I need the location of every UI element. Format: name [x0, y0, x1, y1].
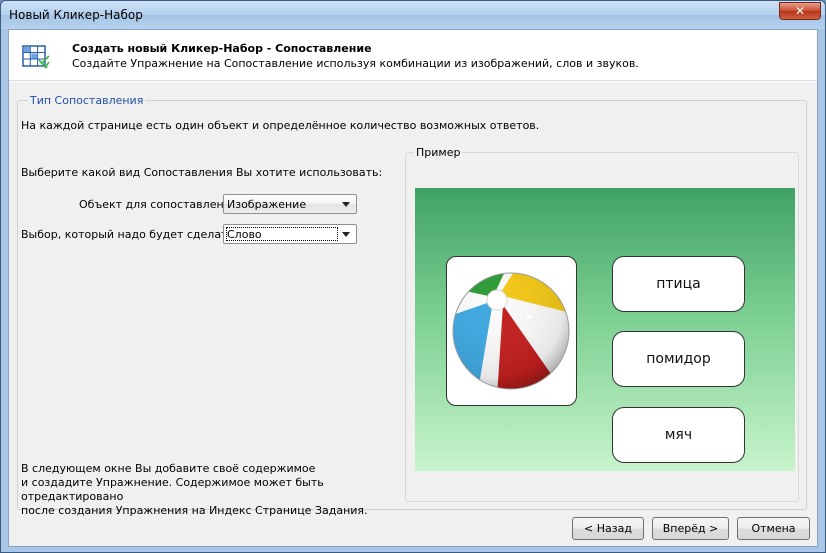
sample-preview: птица помидор мяч: [415, 188, 795, 471]
object-select[interactable]: Изображение: [223, 194, 357, 214]
answer-word-1: птица: [612, 256, 745, 312]
answer-word-3: мяч: [612, 407, 745, 463]
chevron-down-icon: [342, 232, 350, 237]
choice-select-value: Слово: [227, 228, 262, 241]
choice-label: Выбор, который надо будет сделать: [21, 228, 234, 241]
next-button[interactable]: Вперёд >: [652, 517, 729, 540]
wizard-header: Создать новый Кликер-Набор - Сопоставлен…: [9, 30, 817, 80]
chevron-down-icon: [342, 202, 350, 207]
object-image-card: [446, 256, 577, 406]
help-line: В следующем окне Вы добавите своё содерж…: [21, 462, 316, 475]
choose-prompt: Выберите какой вид Сопоставления Вы хоти…: [21, 166, 383, 179]
back-button[interactable]: < Назад: [572, 517, 644, 540]
window-title: Новый Кликер-Набор: [9, 8, 143, 22]
beach-ball-image: [452, 272, 570, 390]
cancel-button[interactable]: Отмена: [737, 517, 810, 540]
close-button[interactable]: ✕: [779, 2, 821, 20]
header-divider: [9, 80, 817, 82]
sample-legend: Пример: [414, 146, 463, 159]
help-line: и создадите Упражнение. Содержимое может…: [21, 476, 324, 503]
bottom-help-text: В следующем окне Вы добавите своё содерж…: [21, 462, 401, 518]
grid-wizard-icon: [22, 45, 50, 69]
dialog-client: Создать новый Кликер-Набор - Сопоставлен…: [8, 29, 818, 547]
intro-text: На каждой странице есть один объект и оп…: [21, 119, 540, 132]
object-select-value: Изображение: [227, 198, 307, 211]
choice-select[interactable]: Слово: [223, 224, 357, 244]
object-label: Объект для сопоставления: [79, 198, 238, 211]
answer-word-2: помидор: [612, 331, 745, 387]
group-legend: Тип Сопоставления: [28, 94, 146, 107]
help-line: после создания Упражнения на Индекс Стра…: [21, 504, 368, 517]
wizard-subtitle: Создайте Упражнение на Сопоставление исп…: [72, 57, 639, 70]
title-bar[interactable]: Новый Кликер-Набор ✕: [1, 1, 825, 29]
wizard-window: Новый Кликер-Набор ✕ Создать новый Клике…: [0, 0, 826, 553]
wizard-title: Создать новый Кликер-Набор - Сопоставлен…: [72, 42, 372, 55]
